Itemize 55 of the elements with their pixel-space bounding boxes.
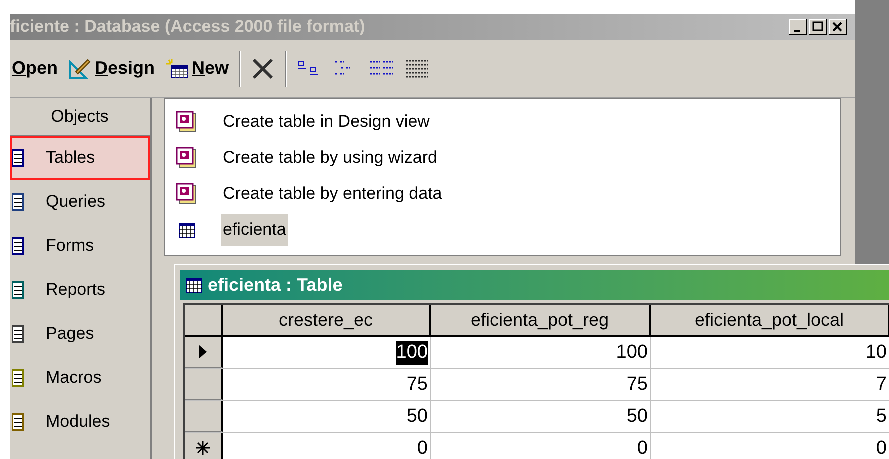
sidebar-item[interactable]: Modules [10, 400, 150, 444]
object-item[interactable]: Create table in Design view [221, 106, 432, 138]
table-cell[interactable]: 0 [417, 436, 428, 459]
object-type-icon [12, 149, 24, 167]
column-header[interactable]: eficienta_pot_local [651, 305, 889, 335]
window-title: ficiente : Database (Access 2000 file format) [10, 16, 366, 38]
open-button[interactable]: Open [12, 55, 58, 82]
minimize-button[interactable] [789, 19, 807, 35]
object-type-icon [12, 281, 24, 299]
close-button[interactable] [829, 19, 847, 35]
row-selector[interactable] [185, 337, 223, 368]
ruler-pencil-icon [68, 58, 92, 80]
row-selector[interactable] [185, 369, 223, 400]
table-cell[interactable]: 100 [396, 340, 428, 364]
design-button[interactable]: Design [68, 55, 156, 82]
object-item[interactable]: Create table by using wizard [221, 142, 440, 174]
table-cell[interactable]: 7 [876, 372, 887, 396]
object-type-icon [12, 237, 24, 255]
object-type-icon [12, 369, 24, 387]
delete-icon[interactable] [251, 58, 276, 80]
table-cell[interactable]: 50 [626, 404, 648, 428]
table-cell[interactable]: 5 [876, 404, 887, 428]
table-cell[interactable]: 0 [876, 436, 887, 459]
table-cell[interactable]: 100 [616, 340, 648, 364]
table-cell[interactable]: 10 [866, 340, 887, 364]
sidebar-item[interactable]: Pages [10, 312, 150, 356]
maximize-button[interactable] [809, 19, 827, 35]
table-cell[interactable]: 50 [406, 404, 428, 428]
sidebar-item[interactable]: Tables [10, 136, 150, 180]
object-type-icon [12, 193, 24, 211]
column-header[interactable]: crestere_ec [223, 305, 431, 335]
current-row-icon [198, 344, 208, 360]
table-title: eficienta : Table [208, 274, 343, 296]
wizard-icon [176, 147, 198, 169]
new-button[interactable]: New [165, 55, 230, 82]
sidebar-item[interactable]: Macros [10, 356, 150, 400]
table-icon [186, 278, 202, 292]
object-type-icon [12, 325, 24, 343]
wizard-icon [176, 111, 198, 133]
table-cell[interactable]: 75 [626, 372, 648, 396]
table-cell[interactable]: 0 [637, 436, 648, 459]
wizard-icon [176, 183, 198, 205]
table-cell[interactable]: 75 [406, 372, 428, 396]
table-icon [179, 222, 195, 238]
sidebar-item[interactable]: Forms [10, 224, 150, 268]
new-row-icon [195, 440, 211, 456]
new-table-icon [165, 58, 190, 80]
object-item[interactable]: Create table by entering data [221, 178, 444, 210]
row-selector[interactable] [185, 433, 223, 459]
sidebar-item[interactable]: Reports [10, 268, 150, 312]
object-type-icon [12, 413, 24, 431]
row-selector[interactable] [185, 401, 223, 432]
object-item[interactable]: eficienta [221, 214, 288, 246]
column-header[interactable]: eficienta_pot_reg [431, 305, 651, 335]
sidebar-item[interactable]: Queries [10, 180, 150, 224]
